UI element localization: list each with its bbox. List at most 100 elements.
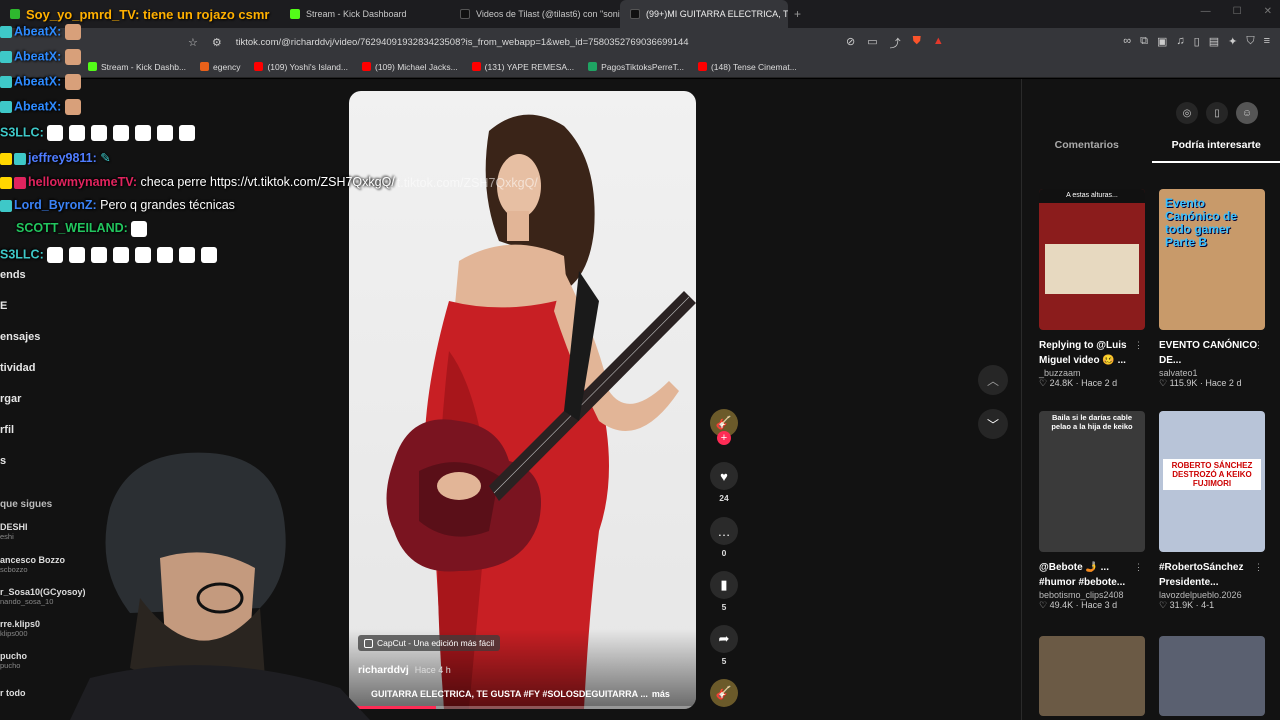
nav-item-live[interactable]: E [0, 300, 7, 312]
chevron-down-icon[interactable]: ﹀ [978, 409, 1008, 439]
tab-comments[interactable]: Comentarios [1022, 139, 1152, 163]
chat-message: hellowmynameTV: checa perre https://vt.t… [0, 175, 395, 189]
close-window-icon[interactable]: ✕ [1264, 6, 1272, 17]
capcut-badge[interactable]: CapCut - Una edición más fácil [358, 635, 501, 651]
cat-emote-icon [201, 247, 218, 263]
nav-item-messages[interactable]: ensajes [0, 331, 40, 343]
chevron-up-icon[interactable]: ︿ [978, 365, 1008, 395]
recommendation-thumbnail: A estas alturas... [1039, 189, 1145, 330]
brave-shield-icon[interactable]: ⛊ [913, 35, 921, 51]
emote-icon [64, 99, 81, 115]
recommendation-stats: ♡ 31.9K · 4-1 [1159, 600, 1215, 610]
hand-shape [437, 472, 481, 500]
emote-icon [64, 74, 81, 90]
recommendation-author: lavozdelpueblo.2026 [1159, 590, 1242, 600]
bookmark-yape[interactable]: (131) YAPE REMESA... [471, 62, 574, 72]
cat-emote-icon [179, 247, 196, 263]
device-icon[interactable]: ▯ [1206, 102, 1228, 124]
save-button[interactable]: ▮ 5 [707, 571, 741, 612]
sidebar-icon[interactable]: ▯ [1194, 35, 1200, 48]
following-account[interactable]: rre.klips0 klips000 [0, 619, 40, 638]
cat-emote-icon [135, 125, 152, 141]
tab-title: (99+)MI GUITARRA ELECTRICA, T [646, 9, 788, 19]
vpn-icon[interactable]: ∞ [1123, 35, 1131, 48]
following-account[interactable]: DESHI eshi [0, 522, 28, 541]
media-icon[interactable]: ♫ [1176, 35, 1184, 48]
tiktok-favicon-icon [630, 9, 640, 19]
cat-emote-icon [157, 247, 174, 263]
bookmark-tense[interactable]: (148) Tense Cinemat... [697, 62, 797, 72]
stream-chat-overlay: AbeatX: AbeatX: AbeatX: AbeatX: S3LLC: j… [0, 0, 480, 270]
share-button[interactable]: ➦ 5 [707, 625, 741, 666]
bookmark-icon: ▮ [710, 571, 738, 599]
follow-plus-icon[interactable]: + [717, 431, 731, 445]
recommendation-author: _buzzaam [1039, 368, 1081, 378]
cat-emote-icon [131, 221, 148, 237]
tab-recommended[interactable]: Podría interesarte [1151, 139, 1280, 163]
more-options-icon[interactable]: ⋮ [1254, 340, 1263, 351]
following-account[interactable]: pucho pucho [0, 651, 27, 670]
bookmark-pagos[interactable]: PagosTiktoksPerreT... [588, 62, 684, 72]
recommendation-thumbnail [1159, 636, 1265, 716]
more-options-icon[interactable]: ⋮ [1134, 340, 1143, 351]
more-link[interactable]: más [652, 689, 670, 699]
tab-title: Videos de Tilast (@tilast6) con "sonid [476, 9, 620, 19]
tab-guitar-video[interactable]: (99+)MI GUITARRA ELECTRICA, T ✕ [620, 0, 788, 28]
cat-emote-icon [91, 125, 108, 141]
sheets-icon [588, 62, 598, 71]
wallet-icon[interactable]: ▤ [1209, 35, 1219, 48]
author-avatar[interactable]: 🎸 + [707, 409, 741, 445]
more-options-icon[interactable]: ⋮ [1134, 562, 1143, 573]
nav-item-friends[interactable]: ends [0, 269, 26, 281]
recommendation-stats: ♡ 49.4K · Hace 3 d [1039, 600, 1118, 610]
recommendation-title: EVENTO CANÓNICO DE... [1159, 340, 1258, 366]
cat-emote-icon [47, 247, 64, 263]
nav-item-upload[interactable]: rgar [0, 393, 21, 405]
recommendation-stats: ♡ 24.8K · Hace 2 d [1039, 378, 1118, 388]
recommendation-card[interactable]: A estas alturas... Replying to @Luis Mig… [1039, 189, 1145, 389]
more-options-icon[interactable]: ⋮ [1254, 562, 1263, 573]
cat-emote-icon [91, 247, 108, 263]
cat-emote-icon [113, 247, 130, 263]
video-description: GUITARRA ELECTRICA, TE GUSTA #FY #SOLOSD… [371, 689, 670, 699]
cat-emote-icon [69, 125, 86, 141]
following-account[interactable]: r todo [0, 688, 26, 698]
video-author[interactable]: richarddvj Hace 4 h [358, 664, 451, 676]
recommendation-card[interactable] [1039, 636, 1145, 716]
recommendation-card[interactable]: ROBERTO SÁNCHEZ DESTROZÓ A KEIKO FUJIMOR… [1159, 411, 1265, 611]
music-disc-icon: 🎸 [710, 679, 738, 707]
screenshot-icon[interactable]: ▣ [1157, 35, 1167, 48]
extensions-icon[interactable]: ⧉ [1140, 35, 1148, 48]
comment-button[interactable]: … 0 [707, 517, 741, 558]
like-button[interactable]: ♥ 24 [707, 462, 741, 503]
chat-message: jeffrey9811: ✎ [0, 150, 111, 165]
nav-item-more[interactable]: s [0, 455, 6, 467]
following-account[interactable]: ancesco Bozzo scbozzo [0, 555, 65, 574]
emote-icon [64, 24, 81, 40]
coins-icon[interactable]: ◎ [1176, 102, 1198, 124]
recommendation-title: #RobertoSánchez Presidente... [1159, 562, 1244, 588]
menu-icon[interactable]: ≡ [1264, 35, 1270, 48]
neck-shape [507, 211, 529, 241]
recommendation-card[interactable]: Baila si le darías cable pelao a la hija… [1039, 411, 1145, 611]
nav-item-profile[interactable]: rfil [0, 424, 14, 436]
leo-icon[interactable]: ✦ [1228, 35, 1237, 48]
recommendation-author: salvateo1 [1159, 368, 1198, 378]
nav-item-activity[interactable]: tividad [0, 362, 35, 374]
chat-message: Lord_ByronZ: Pero q grandes técnicas [0, 198, 235, 212]
cast-icon[interactable]: ▭ [867, 35, 877, 51]
new-tab-icon[interactable]: + [794, 7, 801, 21]
minimize-icon[interactable]: — [1201, 6, 1211, 17]
brave-rewards-icon[interactable]: ▲ [933, 35, 944, 51]
maximize-icon[interactable]: ☐ [1233, 6, 1242, 17]
sound-disc[interactable]: 🎸 [707, 679, 741, 707]
share-icon[interactable]: ⤴ [890, 35, 901, 51]
avatar[interactable]: ☺ [1236, 102, 1258, 124]
tracking-icon[interactable]: ⊘ [846, 35, 855, 51]
shield-icon[interactable]: ⛉ [1246, 35, 1254, 48]
recommendation-card[interactable]: Evento Canónico de todo gamer Parte B EV… [1159, 189, 1265, 389]
video-progress-bar[interactable] [349, 706, 696, 709]
recommendation-stats: ♡ 115.9K · Hace 2 d [1159, 378, 1242, 388]
recommendation-card[interactable] [1159, 636, 1265, 716]
recommendation-thumbnail: ROBERTO SÁNCHEZ DESTROZÓ A KEIKO FUJIMOR… [1159, 411, 1265, 552]
